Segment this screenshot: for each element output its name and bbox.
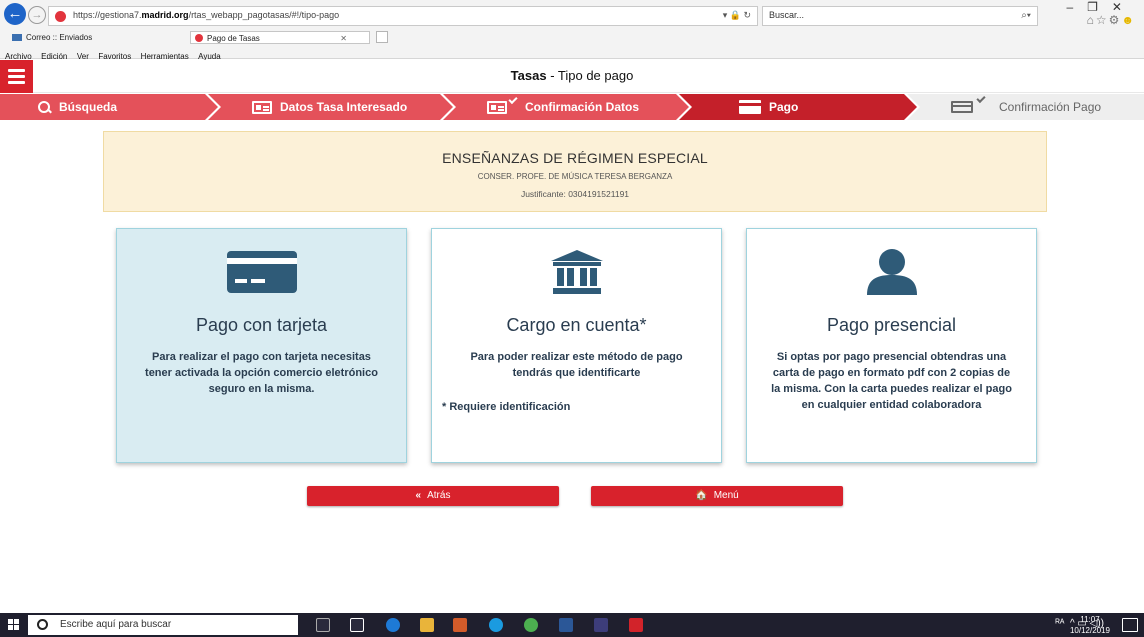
task-view-icon[interactable]	[350, 618, 364, 632]
option-note: * Requiere identificación	[442, 401, 571, 413]
windows-start-icon[interactable]	[8, 619, 20, 631]
mail-icon	[12, 34, 22, 41]
site-favicon-icon	[195, 34, 203, 42]
home-icon: 🏠	[695, 490, 708, 501]
tab-pago-de-tasas[interactable]: Pago de Tasas ✕	[190, 31, 370, 44]
double-chevron-left-icon: «	[415, 490, 422, 501]
windows-taskbar: Escribe aquí para buscar ᴿᴬ ^ ▭ ◁)) 11:0…	[0, 613, 1144, 637]
id-card-icon	[252, 100, 272, 114]
search-icon	[38, 100, 51, 114]
browser-search-placeholder: Buscar...	[769, 10, 805, 20]
step-label: Pago	[769, 100, 799, 114]
id-card-check-icon	[487, 94, 518, 114]
cortana-icon	[37, 619, 48, 630]
page-title: Tasas - Tipo de pago	[510, 68, 634, 83]
payment-option-card[interactable]: Pago presencial Si optas por pago presen…	[746, 228, 1037, 463]
option-title: Cargo en cuenta*	[506, 315, 647, 335]
tab-label: Pago de Tasas	[207, 34, 260, 43]
hamburger-menu-icon[interactable]	[0, 60, 33, 93]
tab-strip: Correo :: Enviados Pago de Tasas ✕	[0, 30, 1144, 45]
address-row: ← → https://gestiona7.madrid.org/rtas_we…	[0, 0, 1144, 30]
url-text: https://gestiona7.madrid.org/rtas_webapp…	[73, 10, 340, 20]
option-title: Pago con tarjeta	[195, 315, 328, 335]
app-icon[interactable]	[594, 618, 608, 632]
clock-date: 10/12/2019	[1069, 626, 1110, 635]
progress-stepper: Búsqueda Datos Tasa Interesado Confirmac…	[0, 93, 1144, 120]
payment-option-card[interactable]: Cargo en cuenta* Para poder realizar est…	[431, 228, 722, 463]
bank-icon	[550, 250, 603, 294]
clock[interactable]: 11:07 10/12/2019	[1070, 614, 1110, 636]
acrobat-icon[interactable]	[629, 618, 643, 632]
back-nav-icon[interactable]: ←	[4, 3, 26, 25]
payment-option-card[interactable]: Pago con tarjeta Para realizar el pago c…	[116, 228, 407, 463]
back-button-label: Atrás	[427, 490, 451, 501]
taskbar-search-input[interactable]: Escribe aquí para buscar	[28, 615, 298, 635]
credit-card-icon	[739, 100, 761, 114]
outlook-icon[interactable]	[453, 618, 467, 632]
step-label: Búsqueda	[59, 100, 118, 114]
credit-card-check-icon	[951, 93, 986, 113]
menu-button-label: Menú	[713, 490, 739, 501]
forward-nav-icon[interactable]: →	[28, 6, 46, 24]
step-busqueda[interactable]: Búsqueda	[0, 94, 205, 120]
new-tab-button[interactable]	[376, 31, 388, 43]
option-description: Para poder realizar este método de pago …	[470, 351, 683, 379]
step-label: Datos Tasa Interesado	[280, 100, 408, 114]
app-header: Tasas - Tipo de pago	[0, 60, 1144, 93]
tax-center: CONSER. PROFE. DE MÚSICA TERESA BERGANZA	[477, 172, 673, 181]
step-label: Confirmación Pago	[999, 100, 1102, 114]
option-description: Para realizar el pago con tarjeta necesi…	[145, 351, 378, 395]
feedback-smiley-icon[interactable]: ☻	[1121, 13, 1136, 27]
clock-time: 11:07	[1080, 615, 1100, 624]
justificante-number: Justificante: 0304191521191	[520, 189, 630, 199]
browser-search-input[interactable]: Buscar... ⌕▾	[762, 6, 1038, 26]
step-confirmacion-datos[interactable]: Confirmación Datos	[443, 94, 676, 120]
tax-info-box: ENSEÑANZAS DE RÉGIMEN ESPECIAL CONSER. P…	[103, 131, 1047, 212]
credit-card-icon	[226, 251, 297, 293]
browser-toolbar-icons[interactable]: ⌂☆⚙☻	[1087, 13, 1136, 27]
option-description: Si optas por pago presencial obtendras u…	[771, 351, 1012, 411]
tab-label: Correo :: Enviados	[26, 33, 93, 42]
word-icon[interactable]	[559, 618, 573, 632]
step-confirmacion-pago: Confirmación Pago	[907, 93, 1144, 120]
edge-icon[interactable]	[386, 618, 400, 632]
window-controls[interactable]: –❐✕	[1067, 0, 1137, 14]
notification-icon[interactable]	[1122, 618, 1138, 632]
step-datos-tasa-interesado[interactable]: Datos Tasa Interesado	[208, 94, 440, 120]
tab-correo[interactable]: Correo :: Enviados	[10, 31, 185, 44]
address-bar[interactable]: https://gestiona7.madrid.org/rtas_webapp…	[48, 6, 758, 26]
internet-explorer-icon[interactable]	[489, 618, 503, 632]
microphone-icon[interactable]	[316, 618, 330, 632]
browser-chrome: ← → https://gestiona7.madrid.org/rtas_we…	[0, 0, 1144, 61]
chrome-icon[interactable]	[524, 618, 538, 632]
step-pago[interactable]: Pago	[679, 94, 904, 120]
option-title: Pago presencial	[826, 315, 957, 335]
taskbar-search-placeholder: Escribe aquí para buscar	[60, 619, 172, 630]
close-tab-icon[interactable]: ✕	[340, 32, 347, 45]
site-favicon-icon	[55, 11, 66, 22]
url-actions-icons[interactable]: ▾ 🔒 ↻	[723, 10, 751, 21]
menu-button[interactable]: 🏠 Menú	[591, 486, 843, 506]
step-label: Confirmación Datos	[525, 100, 640, 114]
tax-title: ENSEÑANZAS DE RÉGIMEN ESPECIAL	[442, 150, 708, 166]
browser-menubar: Archivo Edición Ver Favoritos Herramient…	[0, 46, 1144, 61]
search-icon[interactable]: ⌕▾	[1021, 10, 1031, 21]
back-button[interactable]: « Atrás	[307, 486, 559, 506]
file-explorer-icon[interactable]	[420, 618, 434, 632]
user-icon	[866, 249, 917, 295]
